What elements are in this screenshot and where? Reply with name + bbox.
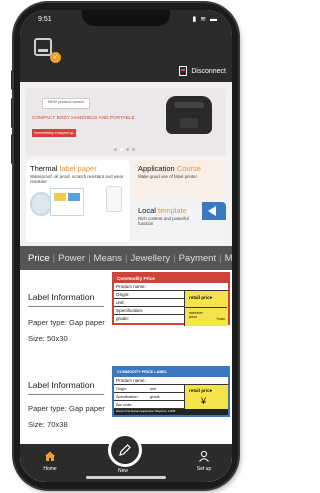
home-icon xyxy=(45,451,55,461)
label-preview-blue: COMMODITY PRICE LABEL Product name: Orig… xyxy=(112,366,230,417)
local-card-title: Local template xyxy=(138,206,187,215)
category-tabs: Price | Power | Means | Jewellery | Payment | M xyxy=(20,246,232,270)
tab-m[interactable]: M xyxy=(222,253,232,264)
local-title-prefix: Local xyxy=(138,206,159,215)
status-time: 9:51 xyxy=(38,16,52,23)
application-title-prefix: Application xyxy=(138,164,177,173)
preview-body: Origin: unit Specification: grade Bar co… xyxy=(114,385,228,415)
application-card-title: Application Course xyxy=(138,164,201,173)
price-panel: retail price member price Yuan xyxy=(184,291,228,326)
application-title-accent: Course xyxy=(176,164,201,173)
template-title: Label Information xyxy=(28,380,95,390)
label-sheet-shape xyxy=(50,188,84,216)
tab-jewellery[interactable]: Jewellery xyxy=(128,253,174,264)
label-preview-red: Commodity Price Product name: Origin: un… xyxy=(112,272,230,326)
device-icon xyxy=(179,66,188,76)
local-template-card[interactable]: Local template Rich content and powerful… xyxy=(134,202,226,242)
new-badge: NEW product launch xyxy=(42,98,90,109)
connected-badge-icon: ✓ xyxy=(50,52,61,63)
paper-cup-image xyxy=(106,186,122,212)
banner-title: COMPACT BODY HANDHELD AND PORTABLE xyxy=(32,115,135,120)
local-card-subtitle: Rich content and powerful function xyxy=(138,216,189,226)
carousel-dot[interactable] xyxy=(114,148,117,151)
preview-footer: Market Price Bureau Supervision Telephon… xyxy=(114,409,228,415)
tab-home-label: Home xyxy=(43,466,57,472)
new-label-button[interactable] xyxy=(108,433,142,467)
application-card-subtitle: Make good use of label printer xyxy=(138,174,198,179)
template-item[interactable]: Label Information Paper type: Gap paper … xyxy=(20,270,232,366)
thermal-card-title: Thermal label paper xyxy=(30,164,97,173)
label-size: Size: 70x38 xyxy=(28,420,68,429)
retail-price-label: retail price xyxy=(189,295,213,300)
tab-setup[interactable]: Set up xyxy=(192,450,216,472)
preview-header: COMMODITY PRICE LABEL xyxy=(114,368,228,377)
label-roll-shape xyxy=(30,192,52,216)
carousel-dot[interactable] xyxy=(120,148,123,151)
tab-setup-label: Set up xyxy=(196,466,212,472)
arrow-left-icon xyxy=(202,202,226,220)
carousel-dots[interactable] xyxy=(114,148,135,151)
user-icon xyxy=(199,450,209,462)
label-size: Size: 50x30 xyxy=(28,334,68,343)
tab-means[interactable]: Means xyxy=(91,253,126,264)
yen-sign: ¥ xyxy=(201,396,207,406)
preview-origin: Origin: xyxy=(116,387,128,391)
thermal-paper-card[interactable]: Thermal label paper Waterproof, oil proo… xyxy=(26,160,130,242)
printer-image xyxy=(166,96,212,134)
local-title-accent: template xyxy=(158,206,187,215)
disconnect-button[interactable]: Disconnect xyxy=(179,66,226,76)
banner-cta-button[interactable]: Immediately snapped up xyxy=(32,129,76,137)
price-divider xyxy=(185,307,227,308)
home-indicator xyxy=(86,476,166,479)
tab-new-label: New xyxy=(118,468,129,474)
tab-power[interactable]: Power xyxy=(55,253,88,264)
retail-price-label: retail price xyxy=(189,388,213,393)
application-course-card[interactable]: Application Course Make good use of labe… xyxy=(134,160,226,198)
template-title: Label Information xyxy=(28,292,95,302)
paper-type: Paper type: Gap paper xyxy=(28,318,105,327)
preview-body: Origin: unit: Specification: grade: reta… xyxy=(114,291,228,326)
member-price-label: member price xyxy=(189,311,203,319)
thermal-title-accent: label paper xyxy=(59,164,97,173)
price-panel: retail price ¥ xyxy=(184,385,228,409)
yuan-label: Yuan xyxy=(216,317,225,321)
label-rolls-image xyxy=(30,188,90,218)
preview-unit: unit xyxy=(150,387,157,391)
carousel-dot[interactable] xyxy=(126,148,129,151)
preview-product-name: Product name: xyxy=(114,283,228,291)
pen-icon xyxy=(119,444,131,456)
paper-type: Paper type: Gap paper xyxy=(28,404,105,413)
thermal-card-subtitle: Waterproof, oil proof, scratch resistant… xyxy=(30,174,124,184)
carousel-dot[interactable] xyxy=(132,148,135,151)
preview-product-name: Product name: xyxy=(114,377,228,385)
signal-wifi-battery-icon: ▮ ≋ ▬ xyxy=(192,16,218,23)
app-header: ✓ Disconnect xyxy=(20,30,232,82)
preview-grade: grade xyxy=(150,395,160,399)
tab-payment[interactable]: Payment xyxy=(176,253,220,264)
preview-header: Commodity Price xyxy=(114,274,228,283)
promo-banner[interactable]: NEW product launch COMPACT BODY HANDHELD… xyxy=(26,88,226,156)
app-screen: 9:51 ▮ ≋ ▬ ✓ Disconnect NEW product laun… xyxy=(20,10,232,482)
preview-specification: Specification: xyxy=(116,395,139,399)
divider xyxy=(28,306,104,307)
divider xyxy=(28,394,104,395)
tab-home[interactable]: Home xyxy=(38,450,62,472)
tab-price[interactable]: Price xyxy=(20,253,53,264)
thermal-title-prefix: Thermal xyxy=(30,164,60,173)
disconnect-label: Disconnect xyxy=(191,67,226,75)
notch xyxy=(82,10,170,26)
printer-logo-icon[interactable] xyxy=(34,38,52,56)
